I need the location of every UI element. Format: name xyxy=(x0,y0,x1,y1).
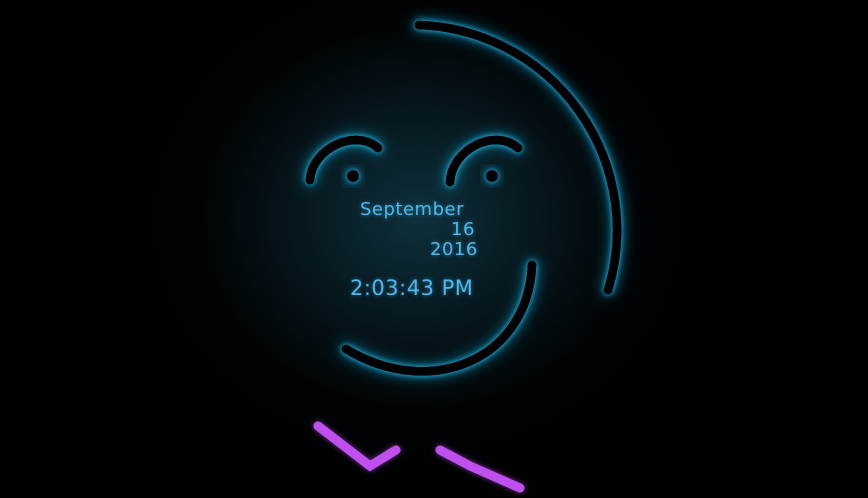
right-eye xyxy=(486,170,498,182)
date-year: 2016 xyxy=(430,239,478,260)
date-day: 16 xyxy=(451,219,475,240)
bowtie-right-wing xyxy=(435,445,525,493)
bowtie-left-wing xyxy=(313,421,401,472)
clock-screen: September 16 2016 2:03:43 PM xyxy=(0,0,868,498)
date-month: September xyxy=(360,199,464,220)
right-eyebrow xyxy=(445,135,523,187)
clock-time: 2:03:43 PM xyxy=(350,276,474,300)
left-eyebrow xyxy=(305,135,383,185)
left-eye xyxy=(347,170,359,182)
